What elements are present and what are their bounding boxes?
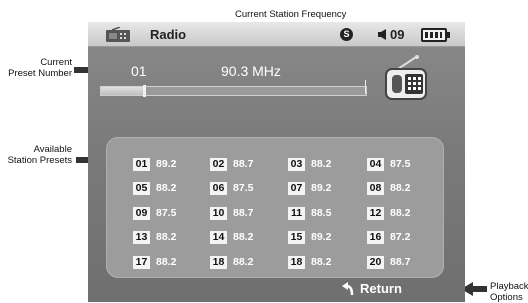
current-frequency: 90.3 MHz: [221, 63, 281, 79]
current-preset-number: 01: [131, 63, 147, 79]
preset-item[interactable]: 14 88.2: [210, 230, 253, 244]
preset-number: 05: [133, 181, 150, 195]
return-button[interactable]: Return: [342, 281, 402, 296]
frequency-slider[interactable]: [100, 85, 367, 97]
preset-item[interactable]: 02 88.7: [210, 157, 253, 171]
preset-number: 01: [133, 157, 150, 171]
annotation-current-station-frequency: Current Station Frequency: [235, 9, 347, 20]
return-label: Return: [360, 281, 402, 296]
preset-number: 18: [210, 255, 227, 269]
preset-item[interactable]: 11 88.5: [288, 206, 331, 220]
preset-frequency: 88.2: [390, 207, 411, 219]
preset-number: 04: [367, 157, 384, 171]
annotation-line: Current: [40, 57, 72, 68]
preset-frequency: 88.2: [156, 256, 177, 268]
preset-frequency: 88.2: [390, 182, 411, 194]
preset-item[interactable]: 18 88.2: [210, 255, 253, 269]
preset-frequency: 88.2: [233, 256, 254, 268]
preset-item[interactable]: 16 87.2: [367, 230, 410, 244]
preset-item[interactable]: 09 87.5: [133, 206, 176, 220]
preset-number: 16: [367, 230, 384, 244]
return-arrow-icon: [342, 281, 354, 295]
preset-number: 08: [367, 181, 384, 195]
annotation-line: Options: [490, 292, 523, 303]
preset-number: 13: [133, 230, 150, 244]
preset-item[interactable]: 15 89.2: [288, 230, 331, 244]
preset-item[interactable]: 20 88.7: [367, 255, 410, 269]
annotation-available-station-presets: Available Station Presets: [2, 144, 72, 166]
preset-item[interactable]: 18 88.2: [288, 255, 331, 269]
frequency-slider-handle[interactable]: [143, 85, 146, 97]
annotation-line: Available: [33, 144, 72, 155]
preset-panel: 01 89.2 02 88.7 03 88.2 04 87.5 05 88.2 06 87.5 07 89…: [106, 137, 444, 278]
preset-frequency: 89.2: [311, 231, 332, 243]
battery-icon: [421, 28, 450, 42]
preset-number: 20: [367, 255, 384, 269]
preset-frequency: 89.2: [156, 158, 177, 170]
preset-number: 14: [210, 230, 227, 244]
preset-number: 15: [288, 230, 305, 244]
preset-item[interactable]: 06 87.5: [210, 181, 253, 195]
preset-frequency: 87.2: [390, 231, 411, 243]
annotation-current-preset-number: Current Preset Number: [2, 57, 72, 79]
status-bar: Radio S 09: [88, 22, 465, 47]
speaker-icon: [378, 29, 386, 40]
preset-frequency: 89.2: [311, 182, 332, 194]
frequency-slider-end-marker: [365, 80, 366, 94]
radio-icon: [106, 27, 130, 42]
volume-level: 09: [390, 27, 405, 42]
preset-item[interactable]: 04 87.5: [367, 157, 410, 171]
annotation-line: Station Presets: [7, 155, 72, 166]
device-screen: Radio S 09 01 90.3 MHz 01 89.2 02 88.7 0…: [88, 22, 465, 302]
preset-frequency: 88.7: [233, 158, 254, 170]
preset-item[interactable]: 17 88.2: [133, 255, 176, 269]
preset-number: 10: [210, 206, 227, 220]
preset-item[interactable]: 07 89.2: [288, 181, 331, 195]
preset-frequency: 88.2: [233, 231, 254, 243]
preset-frequency: 88.7: [233, 207, 254, 219]
annotation-playback-options: Playback Options: [490, 281, 528, 303]
preset-number: 02: [210, 157, 227, 171]
preset-item[interactable]: 10 88.7: [210, 206, 253, 220]
preset-frequency: 87.5: [233, 182, 254, 194]
preset-frequency: 88.2: [311, 158, 332, 170]
preset-number: 07: [288, 181, 305, 195]
preset-item[interactable]: 13 88.2: [133, 230, 176, 244]
preset-frequency: 88.7: [390, 256, 411, 268]
annotation-line: Preset Number: [8, 68, 72, 79]
preset-number: 17: [133, 255, 150, 269]
preset-item[interactable]: 03 88.2: [288, 157, 331, 171]
frequency-slider-fill: [101, 87, 143, 95]
preset-number: 12: [367, 206, 384, 220]
preset-frequency: 88.2: [311, 256, 332, 268]
s-badge-label: S: [343, 29, 350, 39]
preset-number: 06: [210, 181, 227, 195]
preset-number: 18: [288, 255, 305, 269]
preset-item[interactable]: 01 89.2: [133, 157, 176, 171]
preset-frequency: 88.2: [156, 182, 177, 194]
preset-item[interactable]: 05 88.2: [133, 181, 176, 195]
annotation-line: Playback: [490, 281, 528, 292]
app-title: Radio: [150, 27, 187, 42]
preset-item[interactable]: 08 88.2: [367, 181, 410, 195]
preset-item[interactable]: 12 88.2: [367, 206, 410, 220]
s-badge-icon: S: [340, 28, 353, 41]
preset-frequency: 87.5: [390, 158, 411, 170]
preset-frequency: 87.5: [156, 207, 177, 219]
preset-number: 11: [288, 206, 305, 220]
preset-number: 09: [133, 206, 150, 220]
preset-frequency: 88.2: [156, 231, 177, 243]
radio-emblem-icon: [385, 55, 427, 100]
preset-frequency: 88.5: [311, 207, 332, 219]
preset-number: 03: [288, 157, 305, 171]
